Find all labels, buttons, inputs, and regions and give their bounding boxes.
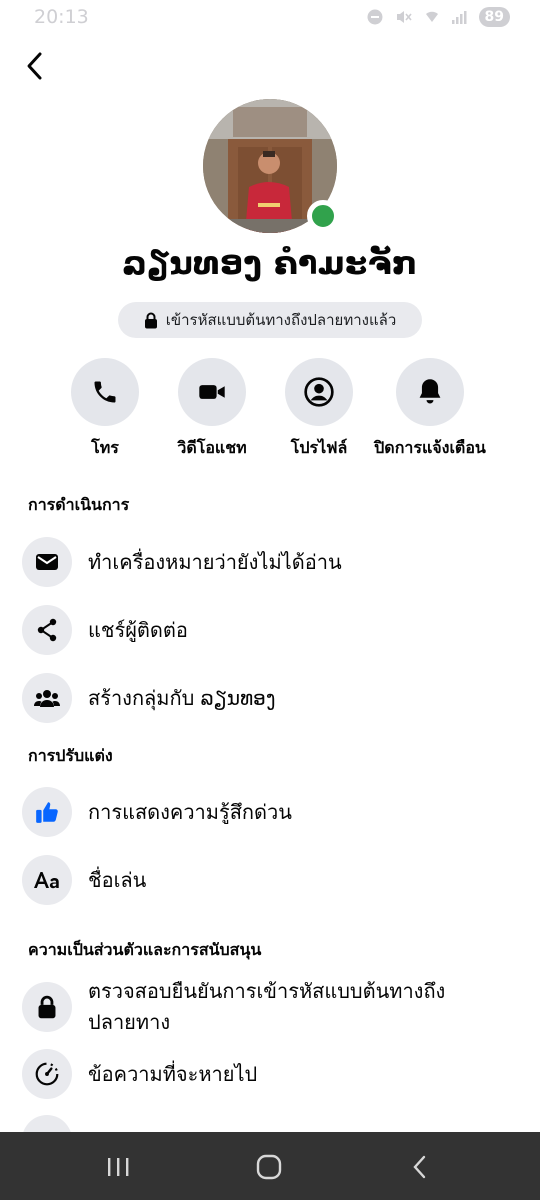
- system-back-button[interactable]: [400, 1152, 440, 1182]
- mute-notifications-button[interactable]: ปิดการแจ้งเตือน: [365, 358, 495, 461]
- quick-reaction-label: การแสดงความรู้สึกด่วน: [88, 799, 292, 824]
- mute-icon: [396, 11, 412, 23]
- recent-apps-button[interactable]: [98, 1152, 138, 1182]
- row-icon-circle: [22, 855, 72, 905]
- status-time: 20:13: [34, 6, 89, 28]
- group-icon: [34, 690, 60, 707]
- verify-e2ee-label: ตรวจสอบยืนยันการเข้ารหัสแบบต้นทางถึงปลาย…: [88, 979, 446, 1034]
- mark-unread-row[interactable]: ทำเครื่องหมายว่ายังไม่ได้อ่าน: [22, 537, 522, 587]
- video-camera-icon: [199, 385, 225, 399]
- create-group-row[interactable]: สร้างกลุ่มกับ ລຽນທອງ: [22, 673, 522, 723]
- e2ee-label: เข้ารหัสแบบต้นทางถึงปลายทางแล้ว: [165, 311, 397, 329]
- signal-icon: [451, 11, 467, 24]
- call-icon-circle: [71, 358, 139, 426]
- create-group-label: สร้างกลุ่มกับ ລຽນທອງ: [88, 685, 276, 710]
- back-icon: [413, 1155, 426, 1179]
- home-icon: [256, 1154, 282, 1180]
- mute-notifications-label: ปิดการแจ้งเตือน: [374, 438, 486, 457]
- section-title-customization: การปรับแต่ง: [28, 746, 113, 765]
- nickname-label: ชื่อเล่น: [88, 867, 147, 892]
- wifi-icon: [425, 11, 438, 22]
- profile-name: ລຽນທອງ ຄຳມະຈັກ: [122, 244, 418, 282]
- share-contact-row[interactable]: แชร์ผู้ติดต่อ: [22, 605, 522, 655]
- lock-icon: [38, 995, 56, 1019]
- phone-icon: [94, 381, 116, 403]
- messenger-contact-settings: 20:13 89 ລຽນທອງ ຄຳມະຈັກ เข้ารหัสแบบต้นทา…: [0, 0, 540, 1200]
- e2ee-badge[interactable]: เข้ารหัสแบบต้นทางถึงปลายทางแล้ว: [118, 302, 422, 338]
- verify-e2ee-row[interactable]: ตรวจสอบยืนยันการเข้ารหัสแบบต้นทางถึงปลาย…: [22, 976, 492, 1038]
- online-status-dot: [307, 200, 339, 232]
- battery-icon: 89: [478, 7, 510, 27]
- text-aa-icon: [34, 872, 59, 889]
- status-icons: 89: [367, 7, 510, 27]
- share-contact-label: แชร์ผู้ติดต่อ: [88, 617, 188, 642]
- row-icon-circle: [22, 787, 72, 837]
- profile-label: โปรไฟล์: [290, 438, 348, 457]
- video-icon-circle: [178, 358, 246, 426]
- status-bar: 20:13 89: [0, 0, 540, 34]
- do-not-disturb-icon: [367, 9, 383, 25]
- bell-icon-circle: [396, 358, 464, 426]
- row-icon-circle: [22, 605, 72, 655]
- profile-icon: [304, 377, 334, 407]
- nickname-row[interactable]: ชื่อเล่น: [22, 855, 522, 905]
- bell-icon: [419, 379, 441, 404]
- profile-icon-circle: [285, 358, 353, 426]
- row-icon-circle: [22, 1049, 72, 1099]
- row-icon-circle: [22, 982, 72, 1032]
- back-button[interactable]: [18, 46, 52, 86]
- video-chat-label: วิดีโอแชท: [177, 438, 247, 457]
- row-icon-circle: [22, 537, 72, 587]
- disappearing-messages-row[interactable]: ข้อความที่จะหายไป: [22, 1049, 522, 1099]
- disappearing-messages-label: ข้อความที่จะหายไป: [88, 1061, 258, 1086]
- share-icon: [37, 618, 57, 642]
- chevron-left-icon: [27, 52, 42, 80]
- section-title-actions: การดำเนินการ: [28, 495, 130, 514]
- mark-unread-label: ทำเครื่องหมายว่ายังไม่ได้อ่าน: [88, 549, 342, 574]
- system-navigation-bar: [0, 1132, 540, 1200]
- quick-reaction-row[interactable]: การแสดงความรู้สึกด่วน: [22, 787, 522, 837]
- recent-apps-icon: [108, 1158, 129, 1176]
- thumbs-up-icon: [36, 802, 58, 823]
- row-icon-circle: [22, 673, 72, 723]
- envelope-icon: [36, 554, 58, 570]
- lock-icon: [144, 312, 157, 328]
- home-button[interactable]: [249, 1152, 289, 1182]
- timer-icon: [35, 1062, 59, 1086]
- call-label: โทร: [91, 438, 119, 457]
- section-title-privacy-support: ความเป็นส่วนตัวและการสนับสนุน: [28, 940, 262, 959]
